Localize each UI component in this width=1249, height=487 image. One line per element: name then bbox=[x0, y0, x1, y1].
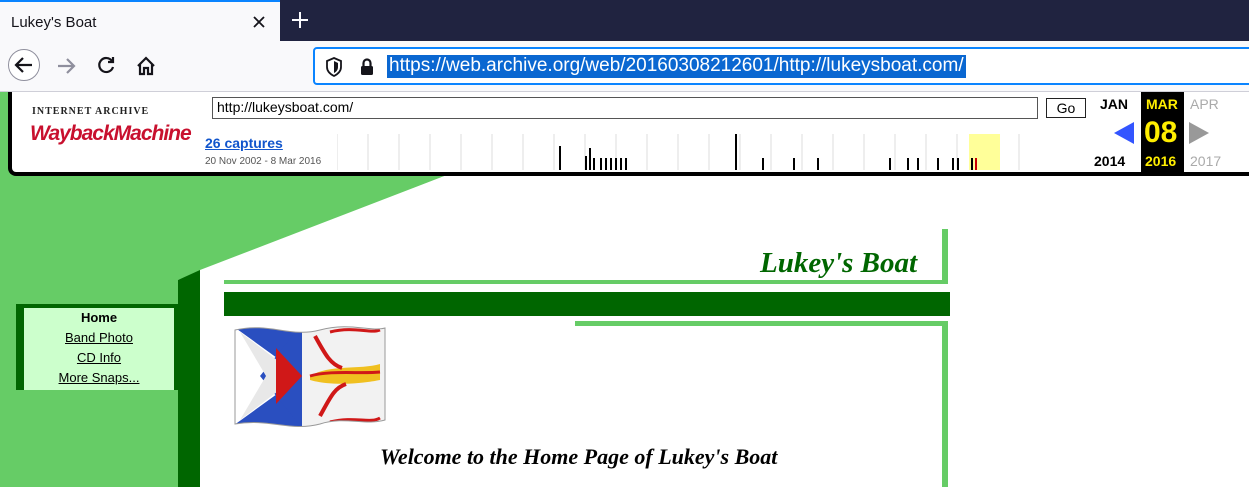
calendar-prev-year[interactable]: 2014 bbox=[1094, 153, 1125, 169]
nav-band-photo[interactable]: Band Photo bbox=[24, 328, 174, 348]
wayback-url-input[interactable]: http://lukeysboat.com/ bbox=[212, 97, 1038, 119]
wayback-logo[interactable]: INTERNET ARCHIVE WaybackMachine bbox=[24, 100, 192, 158]
newfoundland-flag-image bbox=[234, 326, 386, 427]
tab-title: Lukey's Boat bbox=[11, 14, 97, 31]
back-arrow-icon[interactable] bbox=[8, 49, 40, 81]
wayback-captures-link[interactable]: 26 captures bbox=[205, 135, 283, 151]
calendar-current-year: 2016 bbox=[1145, 153, 1177, 169]
tab-bar: Lukey's Boat bbox=[0, 0, 1249, 41]
wayback-timeline[interactable] bbox=[337, 134, 1027, 170]
forward-arrow-icon[interactable] bbox=[50, 50, 82, 82]
nav-cd-info[interactable]: CD Info bbox=[24, 348, 174, 368]
site-nav-menu: Home Band Photo CD Info More Snaps... bbox=[24, 308, 174, 390]
navigation-bar: https://web.archive.org/web/201603082126… bbox=[0, 41, 1249, 92]
wayback-go-button[interactable]: Go bbox=[1046, 98, 1086, 118]
previous-capture-arrow-icon[interactable] bbox=[1114, 122, 1134, 149]
lock-icon[interactable] bbox=[359, 57, 375, 82]
home-icon[interactable] bbox=[130, 50, 162, 82]
site-title: Lukey's Boat bbox=[760, 247, 918, 279]
wayback-calendar: JAN MAR APR 08 2014 2016 2017 bbox=[1092, 92, 1249, 172]
address-bar[interactable]: https://web.archive.org/web/201603082126… bbox=[313, 47, 1249, 85]
calendar-current-month: MAR bbox=[1146, 96, 1178, 112]
browser-tab[interactable]: Lukey's Boat bbox=[0, 0, 280, 41]
close-icon[interactable] bbox=[250, 13, 268, 31]
calendar-current-day: 08 bbox=[1144, 116, 1178, 149]
reload-icon[interactable] bbox=[90, 50, 122, 82]
page-viewport: INTERNET ARCHIVE WaybackMachine http://l… bbox=[0, 92, 1249, 487]
calendar-prev-month[interactable]: JAN bbox=[1100, 96, 1128, 112]
wayback-logo-top: INTERNET ARCHIVE bbox=[32, 106, 150, 117]
wayback-date-range: 20 Nov 2002 - 8 Mar 2016 bbox=[205, 156, 322, 167]
url-text[interactable]: https://web.archive.org/web/201603082126… bbox=[387, 55, 966, 78]
calendar-next-year: 2017 bbox=[1190, 153, 1222, 169]
wayback-logo-main: WaybackMachine bbox=[30, 122, 192, 145]
next-capture-arrow-icon bbox=[1189, 122, 1209, 149]
shield-icon[interactable] bbox=[325, 57, 343, 82]
nav-more-snaps[interactable]: More Snaps... bbox=[24, 368, 174, 388]
wayback-toolbar: INTERNET ARCHIVE WaybackMachine http://l… bbox=[8, 92, 1249, 176]
calendar-next-month: APR bbox=[1190, 96, 1219, 112]
site-nav: Home Band Photo CD Info More Snaps... bbox=[16, 304, 178, 390]
welcome-heading: Welcome to the Home Page of Lukey's Boat bbox=[380, 444, 778, 469]
plus-icon[interactable] bbox=[290, 10, 310, 30]
nav-home: Home bbox=[80, 310, 118, 325]
